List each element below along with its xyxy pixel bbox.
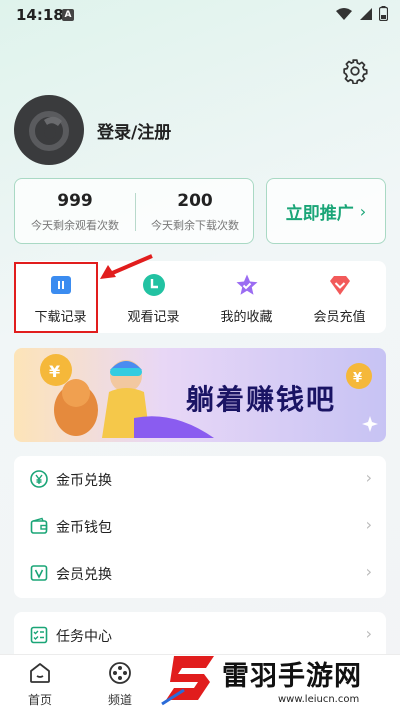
avatar-logo-icon — [29, 111, 69, 151]
watch-count-label: 今天剩余观看次数 — [31, 219, 119, 232]
film-reel-icon — [109, 662, 131, 684]
vip-exchange-label: 会员兑换 — [56, 567, 112, 583]
coin-wallet-label: 金币钱包 — [56, 520, 112, 536]
home-icon — [30, 663, 50, 683]
stats-card: 999 今天剩余观看次数 200 今天剩余下载次数 — [14, 178, 254, 244]
watch-count-value: 999 — [57, 191, 93, 211]
highlight-box — [14, 262, 98, 333]
nav-home[interactable]: 首页 — [8, 659, 72, 709]
download-count-label: 今天剩余下载次数 — [151, 219, 239, 232]
nav-channel-label: 频道 — [107, 693, 132, 707]
promote-label: 立即推广 — [285, 203, 354, 224]
diamond-icon — [329, 276, 350, 295]
task-center-label: 任务中心 — [56, 629, 112, 645]
vip-icon — [30, 565, 48, 581]
chevron-right-icon: › — [365, 562, 372, 581]
promo-banner[interactable]: ¥ ¥ 躺着赚钱吧 — [14, 348, 386, 442]
vip-exchange-item[interactable]: 会员兑换 › — [14, 550, 386, 597]
status-notification-icon: A — [62, 9, 74, 21]
gear-icon — [343, 59, 368, 85]
yen-coin-icon — [30, 470, 48, 488]
status-bar: 14:18 A — [0, 0, 400, 30]
watermark-logo-icon — [161, 656, 214, 706]
settings-button[interactable] — [342, 58, 368, 85]
svg-text:¥: ¥ — [353, 371, 362, 386]
signal-icon — [360, 7, 372, 20]
watermark-title: 雷羽手游网 — [222, 661, 362, 692]
promote-button[interactable]: 立即推广 › — [266, 178, 386, 244]
coin-wallet-item[interactable]: 金币钱包 › — [14, 503, 386, 550]
chevron-right-icon: › — [365, 468, 372, 487]
menu-card: 金币兑换 › 金币钱包 › 会员兑换 › — [14, 456, 386, 598]
banner-text: 躺着赚钱吧 — [186, 383, 337, 416]
wifi-icon — [336, 7, 352, 20]
avatar[interactable] — [14, 95, 84, 165]
watermark: 雷羽手游网 www.leiucn.com — [160, 650, 398, 710]
battery-icon — [379, 6, 388, 21]
download-count-value: 200 — [177, 191, 213, 211]
favorites-button[interactable]: 我的收藏 — [200, 261, 293, 333]
chevron-right-icon: › — [359, 201, 367, 221]
vip-recharge-button[interactable]: 会员充值 — [293, 261, 386, 333]
status-icons — [335, 6, 388, 21]
watermark-url: www.leiucn.com — [278, 694, 360, 705]
vip-recharge-label: 会员充值 — [313, 310, 366, 325]
watch-history-label: 观看记录 — [127, 310, 180, 325]
nav-home-label: 首页 — [27, 693, 52, 707]
star-icon — [236, 274, 257, 295]
chevron-right-icon: › — [365, 515, 372, 534]
svg-text:¥: ¥ — [49, 362, 60, 381]
download-count-stat: 200 今天剩余下载次数 — [135, 191, 255, 233]
wallet-icon — [30, 517, 48, 534]
watch-count-stat: 999 今天剩余观看次数 — [15, 191, 135, 233]
favorites-label: 我的收藏 — [220, 310, 273, 325]
chevron-right-icon: › — [365, 624, 372, 643]
status-time: 14:18 — [16, 6, 64, 24]
login-register-link[interactable]: 登录/注册 — [97, 118, 171, 143]
coin-exchange-label: 金币兑换 — [56, 473, 112, 489]
coin-exchange-item[interactable]: 金币兑换 › — [14, 456, 386, 503]
annotation-arrow-icon — [100, 254, 153, 279]
task-list-icon — [30, 626, 48, 644]
nav-channel[interactable]: 频道 — [88, 659, 152, 709]
